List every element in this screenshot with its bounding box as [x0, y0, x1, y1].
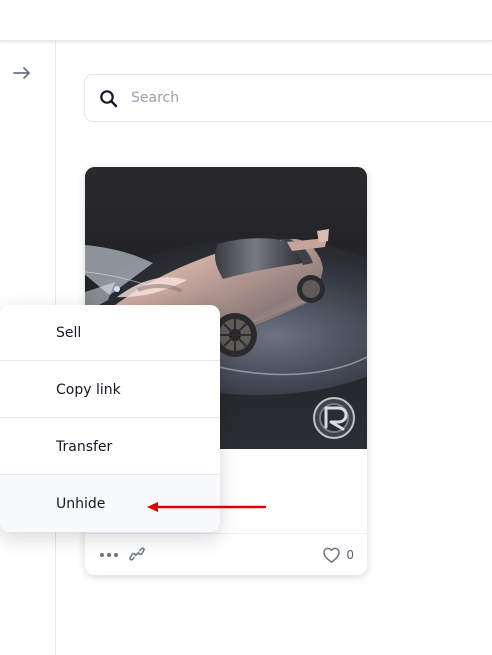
link-icon-svg	[129, 547, 145, 561]
menu-item-sell-label: Sell	[56, 324, 82, 341]
top-navigation-bar	[0, 0, 492, 41]
like-button[interactable]: 0	[322, 545, 354, 565]
link-icon[interactable]	[128, 545, 146, 563]
menu-item-transfer[interactable]: Transfer	[0, 419, 220, 475]
nft-card-footer: 0	[85, 533, 367, 575]
arrow-right-icon[interactable]	[10, 61, 34, 85]
menu-item-sell[interactable]: Sell	[0, 305, 220, 361]
heart-icon	[323, 547, 341, 563]
app-page: 0 Sell Copy link Transfer Unhide	[0, 0, 492, 655]
more-horizontal-icon[interactable]	[99, 548, 119, 560]
search-input[interactable]	[131, 84, 461, 112]
like-count: 0	[346, 548, 354, 562]
search-icon	[99, 89, 119, 109]
more-horizontal-icon-svg	[100, 553, 118, 557]
search-bar[interactable]	[84, 74, 492, 122]
menu-item-copy-link[interactable]: Copy link	[0, 362, 220, 418]
red-arrow-icon	[147, 502, 267, 512]
menu-item-copy-link-label: Copy link	[56, 381, 121, 398]
arrow-right-icon-svg	[13, 67, 30, 79]
menu-item-transfer-label: Transfer	[56, 438, 113, 455]
search-icon-svg	[100, 90, 118, 108]
menu-item-unhide-label: Unhide	[56, 496, 106, 512]
nft-context-menu: Sell Copy link Transfer Unhide	[0, 305, 220, 532]
